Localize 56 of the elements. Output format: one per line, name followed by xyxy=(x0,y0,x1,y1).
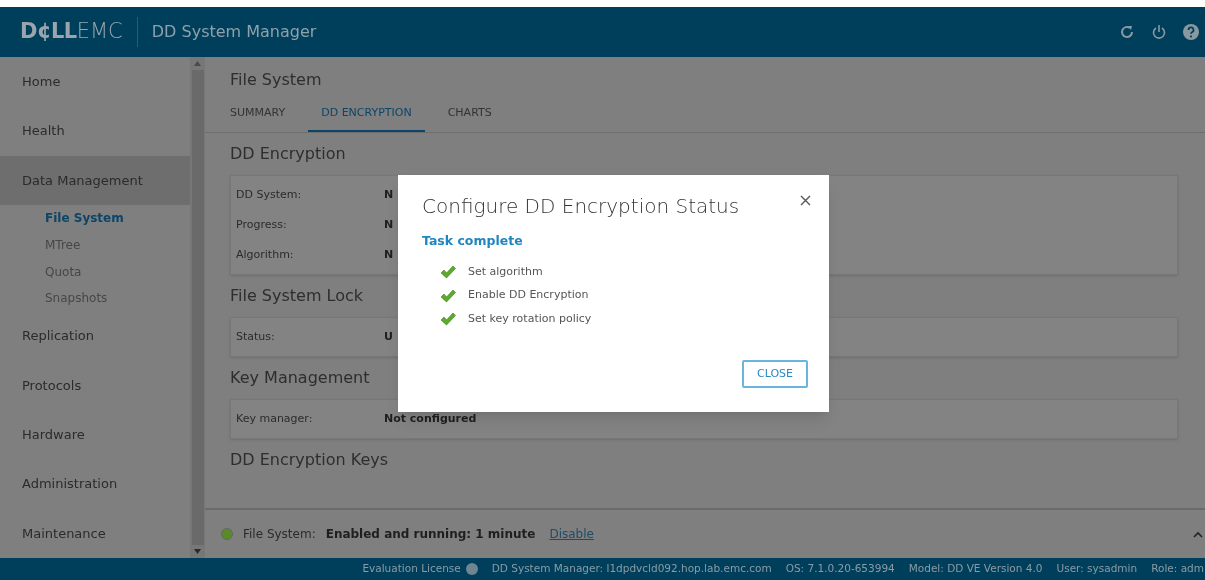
tab[interactable]: CHARTS xyxy=(434,97,505,132)
close-icon[interactable] xyxy=(800,195,811,206)
nav-item[interactable]: Health xyxy=(0,106,190,156)
scrollbar[interactable] xyxy=(190,57,205,558)
status-item: DD System Manager: l1dpdvcld092.hop.lab.emc.com xyxy=(491,561,772,577)
license-label: Evaluation License xyxy=(362,561,461,577)
disable-link[interactable]: Disable xyxy=(549,525,594,543)
app-title: DD System Manager xyxy=(151,21,317,43)
step-label: Set key rotation policy xyxy=(468,310,592,327)
field-value: U xyxy=(384,328,393,345)
section-heading: Key Management xyxy=(230,367,370,389)
footer-status: Enabled and running: 1 minute xyxy=(325,526,536,543)
page-title: File System xyxy=(230,69,323,91)
nav-item[interactable]: Replication xyxy=(0,311,190,361)
nav-item[interactable]: Data Management xyxy=(0,155,190,205)
tab[interactable]: DD ENCRYPTION xyxy=(308,97,425,132)
nav-item[interactable]: Maintenance xyxy=(0,508,190,558)
step-label: Set algorithm xyxy=(468,263,543,280)
section-heading: DD Encryption xyxy=(230,143,346,165)
status-item: Model: DD VE Version 4.0 xyxy=(908,561,1043,577)
status-item: OS: 7.1.0.20-653994 xyxy=(785,561,895,577)
nav-item[interactable]: Home xyxy=(0,57,190,107)
field-value: N xyxy=(384,246,394,263)
field-label: Progress: xyxy=(236,217,287,231)
nav-item[interactable]: Protocols xyxy=(0,360,190,411)
field-label: DD System: xyxy=(236,187,302,201)
refresh-icon[interactable] xyxy=(1119,24,1135,40)
field-value: N xyxy=(384,216,394,233)
info-icon[interactable] xyxy=(465,563,478,575)
field-label: Status: xyxy=(236,329,275,343)
field-value: N xyxy=(384,186,394,203)
scroll-down-icon[interactable] xyxy=(194,549,201,554)
nav-subitem[interactable]: Snapshots xyxy=(0,284,190,312)
tab[interactable]: SUMMARY xyxy=(217,97,299,132)
scroll-up-icon[interactable] xyxy=(194,61,201,66)
nav-subitem[interactable]: MTree xyxy=(0,231,190,259)
chevron-up-icon[interactable] xyxy=(1193,530,1203,538)
status-item: Role: adm xyxy=(1151,561,1204,577)
field-value: Not configured xyxy=(384,410,477,427)
nav-subitem[interactable]: Quota xyxy=(0,258,190,285)
field-label: Algorithm: xyxy=(236,247,294,261)
task-status: Task complete xyxy=(422,232,523,250)
footer-label: File System: xyxy=(243,526,316,543)
nav-item[interactable]: Administration xyxy=(0,459,190,509)
step-label: Enable DD Encryption xyxy=(468,287,589,304)
close-button[interactable]: CLOSE xyxy=(742,360,808,388)
section-heading: File System Lock xyxy=(230,285,364,307)
power-icon[interactable] xyxy=(1151,24,1167,40)
status-item: User: sysadmin xyxy=(1056,561,1138,577)
dialog-title: Configure DD Encryption Status xyxy=(422,193,740,220)
nav-subitem[interactable]: File System xyxy=(0,204,190,232)
section-heading: DD Encryption Keys xyxy=(230,449,389,471)
help-icon[interactable] xyxy=(1183,24,1199,40)
nav-item[interactable]: Hardware xyxy=(0,410,190,460)
brand-logo: D¢LLEMC xyxy=(20,18,123,46)
field-label: Key manager: xyxy=(236,411,313,425)
